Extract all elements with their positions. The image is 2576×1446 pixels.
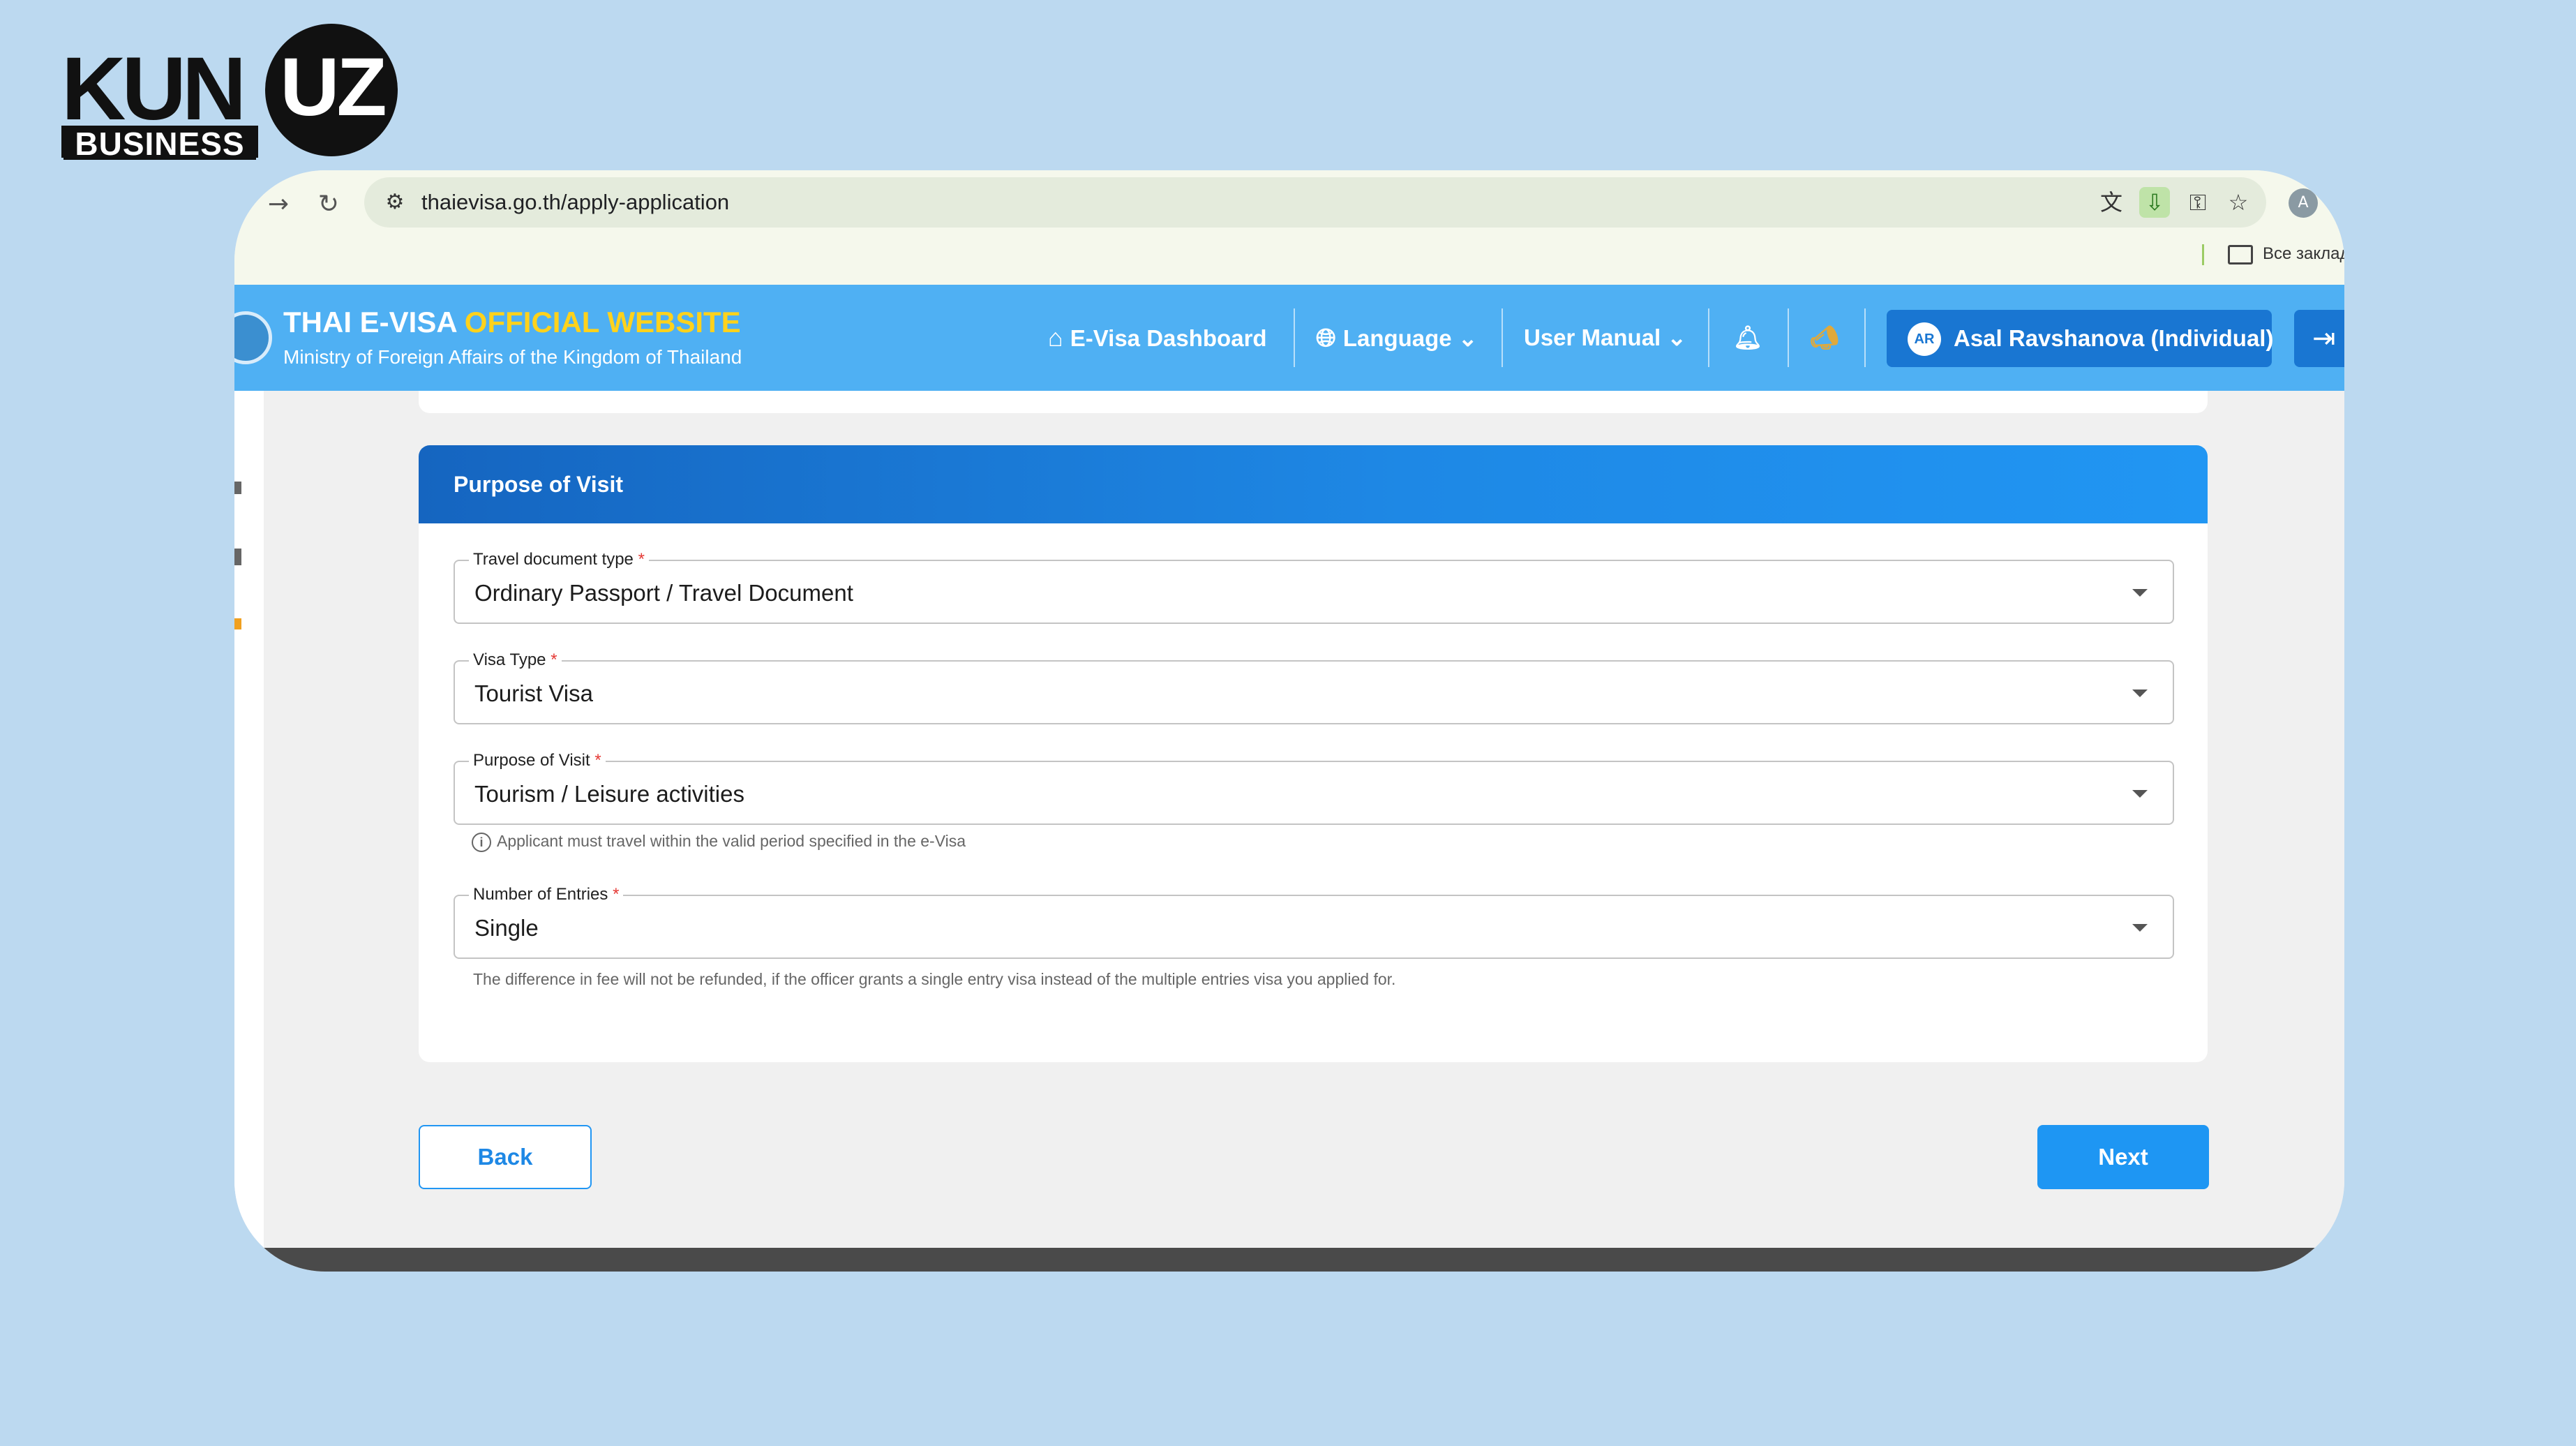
browser-window: → ↻ ⚙ thaievisa.go.th/apply-application …	[234, 170, 2344, 1272]
previous-section-card	[419, 391, 2208, 413]
nav-divider	[1864, 308, 1866, 367]
travel-document-type-select[interactable]: Travel document type * Ordinary Passport…	[454, 550, 2174, 624]
site-info-icon[interactable]: ⚙	[380, 187, 410, 218]
site-subtitle: Ministry of Foreign Affairs of the Kingd…	[283, 346, 742, 368]
address-bar[interactable]: ⚙ thaievisa.go.th/apply-application 文 ⇩ …	[364, 177, 2266, 228]
next-button[interactable]: Next	[2037, 1125, 2209, 1189]
section-title: Purpose of Visit	[454, 472, 624, 497]
purpose-hint: i Applicant must travel within the valid …	[472, 832, 966, 852]
purpose-of-visit-select[interactable]: Purpose of Visit * Tourism / Leisure act…	[454, 751, 2174, 825]
logo-uz-text: UZ	[280, 41, 387, 133]
field-value: Ordinary Passport / Travel Document	[474, 580, 853, 606]
all-bookmarks-label[interactable]: Все заклад	[2263, 244, 2344, 263]
nav-divider	[1294, 308, 1295, 367]
purpose-of-visit-card: Purpose of Visit Travel document type * …	[419, 445, 2208, 1062]
announcement-icon[interactable]: 📣︎	[1810, 308, 1839, 367]
entries-fee-hint: The difference in fee will not be refund…	[473, 970, 1396, 988]
folder-icon	[2228, 244, 2253, 264]
logo-kun-text: KUN	[61, 39, 246, 139]
visa-type-select[interactable]: Visa Type * Tourist Visa	[454, 650, 2174, 724]
info-icon: i	[472, 832, 491, 852]
side-icon[interactable]	[234, 549, 241, 565]
dropdown-arrow-icon[interactable]	[2132, 790, 2148, 798]
user-account-button[interactable]: AR Asal Ravshanova (Individual)	[1887, 310, 2274, 367]
number-of-entries-select[interactable]: Number of Entries * Single	[454, 885, 2174, 959]
notification-bell-icon[interactable]: 🔔︎	[1733, 308, 1762, 367]
url-text[interactable]: thaievisa.go.th/apply-application	[421, 177, 729, 228]
side-icon[interactable]	[234, 482, 241, 494]
chevron-down-icon: ⌄	[1458, 325, 1478, 351]
install-app-icon[interactable]: ⇩	[2139, 187, 2170, 218]
forward-icon[interactable]: →	[261, 187, 296, 222]
page-content: Purpose of Visit Travel document type * …	[234, 391, 2344, 1272]
nav-divider	[1502, 308, 1503, 367]
nav-user-manual[interactable]: User Manual ⌄	[1524, 308, 1686, 367]
translate-icon[interactable]: 文	[2096, 187, 2127, 218]
chevron-down-icon: ⌄	[1667, 325, 1687, 350]
thai-emblem-icon	[234, 311, 272, 364]
card-header: Purpose of Visit	[419, 445, 2208, 523]
bookmarks-separator	[2202, 244, 2204, 265]
dropdown-arrow-icon[interactable]	[2132, 924, 2148, 932]
bookmarks-bar[interactable]: Все заклад	[2202, 240, 2344, 268]
field-value: Tourism / Leisure activities	[474, 781, 744, 807]
password-key-icon[interactable]: ⚿	[2182, 187, 2213, 218]
side-icon[interactable]	[234, 618, 241, 629]
home-icon: ⌂	[1048, 323, 1063, 352]
page-footer-bar	[264, 1248, 2344, 1272]
user-avatar: AR	[1908, 322, 1941, 356]
globe-icon: 🌐︎	[1316, 323, 1336, 352]
user-name: Asal Ravshanova (Individual)	[1954, 325, 2274, 351]
dropdown-arrow-icon[interactable]	[2132, 690, 2148, 697]
profile-avatar[interactable]: A	[2289, 188, 2318, 218]
nav-divider	[1788, 308, 1789, 367]
browser-toolbar: → ↻ ⚙ thaievisa.go.th/apply-application …	[234, 170, 2344, 285]
logout-icon[interactable]: ⇥	[2294, 310, 2344, 367]
field-value: Tourist Visa	[474, 680, 593, 706]
field-value: Single	[474, 915, 539, 941]
nav-divider	[1708, 308, 1709, 367]
back-button[interactable]: Back	[419, 1125, 592, 1189]
nav-dashboard[interactable]: ⌂ E-Visa Dashboard	[1048, 308, 1267, 367]
site-title[interactable]: THAI E-VISA OFFICIAL WEBSITE	[283, 306, 741, 339]
side-strip	[234, 391, 264, 1272]
reload-icon[interactable]: ↻	[311, 187, 346, 222]
dropdown-arrow-icon[interactable]	[2132, 589, 2148, 597]
nav-language[interactable]: 🌐︎ Language ⌄	[1316, 308, 1478, 367]
logo-business-text: BUSINESS	[61, 126, 258, 160]
site-header: THAI E-VISA OFFICIAL WEBSITE Ministry of…	[234, 285, 2344, 391]
bookmark-star-icon[interactable]: ☆	[2223, 187, 2254, 218]
kun-uz-business-logo: KUN UZ BUSINESS	[61, 24, 398, 163]
